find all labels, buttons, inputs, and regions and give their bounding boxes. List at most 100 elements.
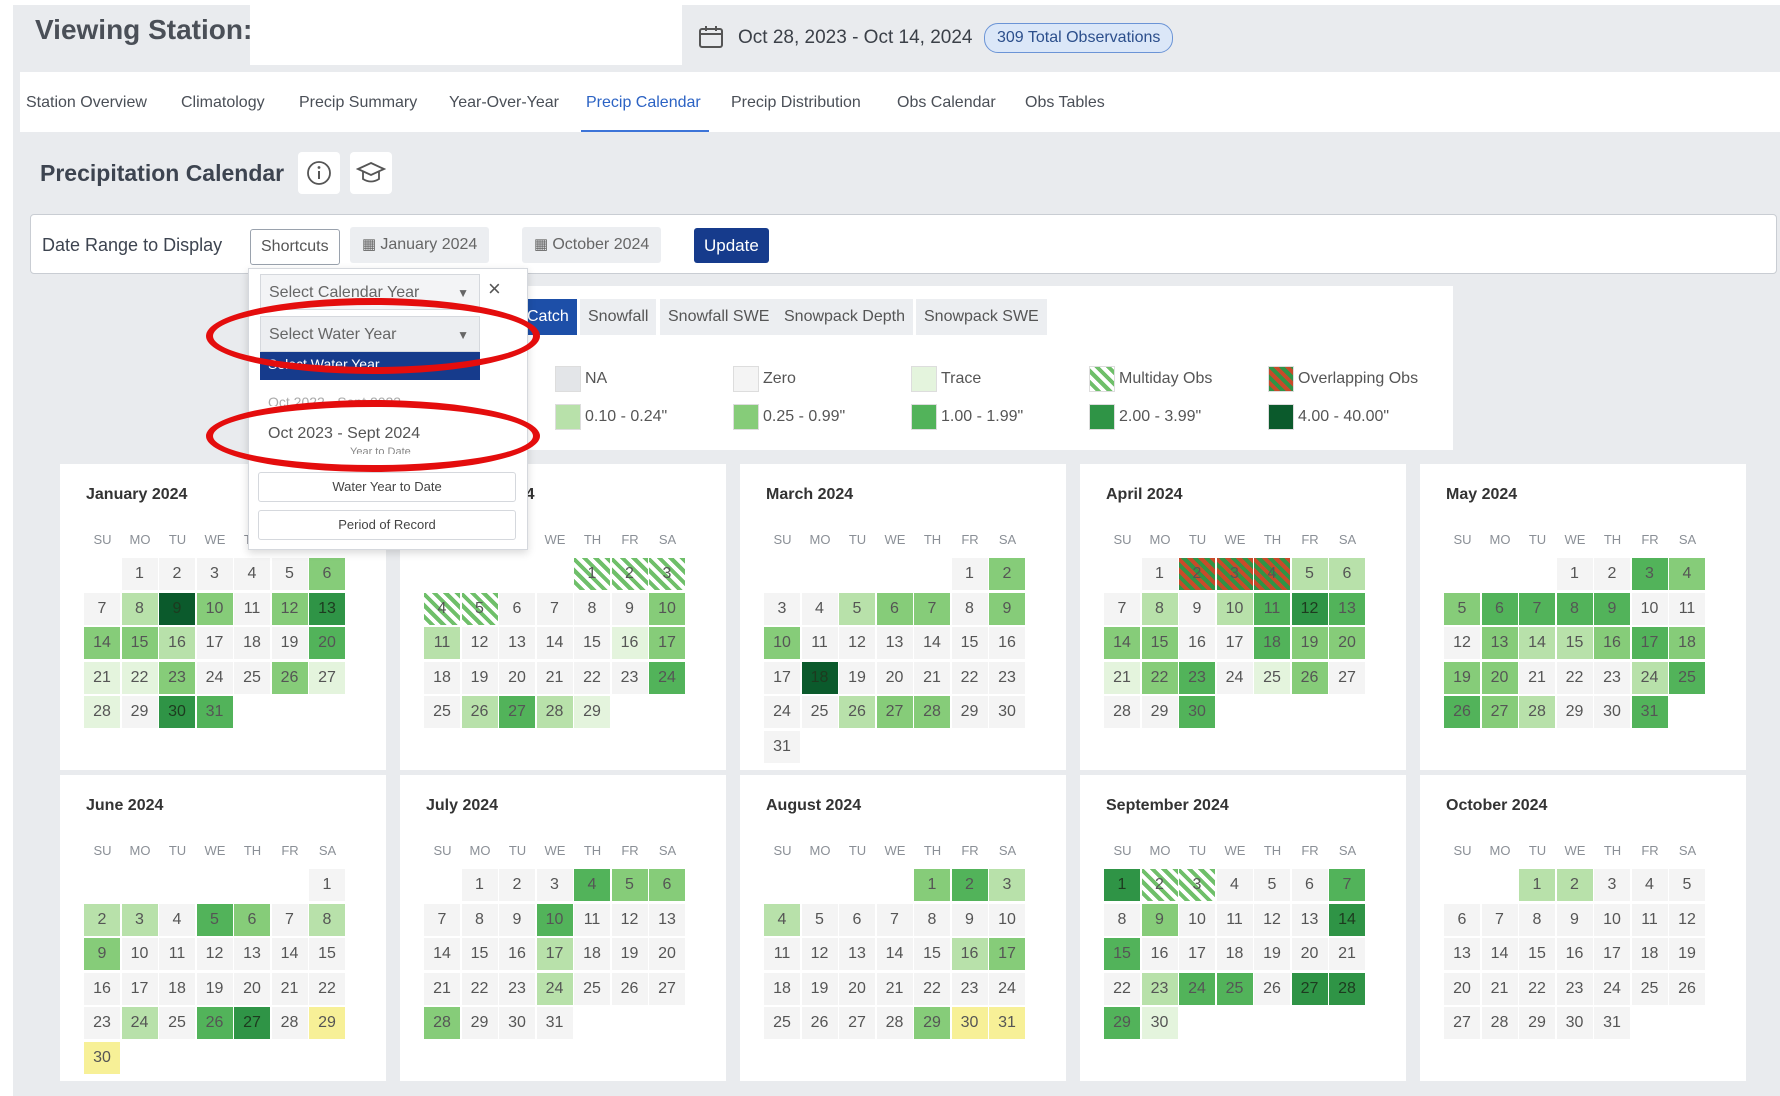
- day-cell[interactable]: 18: [1216, 938, 1253, 971]
- day-cell[interactable]: 19: [1444, 661, 1480, 694]
- day-cell[interactable]: 2: [611, 558, 648, 590]
- day-cell[interactable]: 7: [424, 903, 460, 936]
- day-cell[interactable]: 4: [801, 592, 838, 625]
- day-cell[interactable]: 20: [1481, 661, 1518, 694]
- day-cell[interactable]: 2: [84, 903, 120, 936]
- day-cell[interactable]: 12: [801, 938, 838, 971]
- day-cell[interactable]: 11: [234, 592, 270, 625]
- day-cell[interactable]: 24: [1631, 661, 1668, 694]
- day-cell[interactable]: 3: [121, 903, 158, 936]
- day-cell[interactable]: 23: [1556, 972, 1593, 1005]
- day-cell[interactable]: 2: [1594, 558, 1630, 590]
- day-cell[interactable]: 22: [951, 661, 988, 694]
- day-cell[interactable]: 8: [461, 903, 498, 936]
- day-cell[interactable]: 7: [1519, 592, 1555, 625]
- day-cell[interactable]: 29: [914, 1007, 950, 1040]
- day-cell[interactable]: 9: [611, 592, 648, 625]
- day-cell[interactable]: 7: [914, 592, 950, 625]
- tab-obs-tables[interactable]: Obs Tables: [1025, 94, 1105, 112]
- water-year-to-date-button[interactable]: Water Year to Date: [258, 472, 516, 502]
- day-cell[interactable]: 18: [574, 938, 610, 971]
- day-cell[interactable]: 13: [1291, 903, 1328, 936]
- day-cell[interactable]: 22: [1519, 972, 1555, 1005]
- day-cell[interactable]: 13: [1329, 592, 1365, 625]
- day-cell[interactable]: 17: [121, 972, 158, 1005]
- day-cell[interactable]: 17: [649, 627, 685, 660]
- day-cell[interactable]: 22: [1556, 661, 1593, 694]
- day-cell[interactable]: 9: [159, 592, 195, 625]
- day-cell[interactable]: 15: [1104, 938, 1140, 971]
- day-cell[interactable]: 26: [1444, 696, 1480, 729]
- day-cell[interactable]: 28: [1329, 972, 1365, 1005]
- day-cell[interactable]: 22: [461, 972, 498, 1005]
- day-cell[interactable]: 21: [1481, 972, 1518, 1005]
- update-button[interactable]: Update: [694, 228, 769, 263]
- day-cell[interactable]: 19: [1254, 938, 1290, 971]
- day-cell[interactable]: 12: [271, 592, 308, 625]
- day-cell[interactable]: 20: [876, 661, 913, 694]
- day-cell[interactable]: 19: [1291, 627, 1328, 660]
- day-cell[interactable]: 18: [764, 972, 800, 1005]
- day-cell[interactable]: 14: [1481, 938, 1518, 971]
- day-cell[interactable]: 17: [536, 938, 573, 971]
- day-cell[interactable]: 31: [764, 731, 800, 763]
- day-cell[interactable]: 26: [461, 696, 498, 729]
- day-cell[interactable]: 17: [1216, 627, 1253, 660]
- day-cell[interactable]: 9: [951, 903, 988, 936]
- day-cell[interactable]: 18: [1631, 938, 1668, 971]
- day-cell[interactable]: 12: [1254, 903, 1290, 936]
- tab-obs-calendar[interactable]: Obs Calendar: [897, 94, 996, 112]
- day-cell[interactable]: 14: [876, 938, 913, 971]
- day-cell[interactable]: 8: [914, 903, 950, 936]
- day-cell[interactable]: 3: [1631, 558, 1668, 590]
- day-cell[interactable]: 13: [649, 903, 685, 936]
- day-cell[interactable]: 24: [1216, 661, 1253, 694]
- day-cell[interactable]: 30: [1556, 1007, 1593, 1040]
- day-cell[interactable]: 16: [1179, 627, 1215, 660]
- day-cell[interactable]: 1: [574, 558, 610, 590]
- day-cell[interactable]: 10: [1594, 903, 1630, 936]
- tab-precip-calendar[interactable]: Precip Calendar: [586, 94, 701, 112]
- day-cell[interactable]: 25: [1669, 661, 1705, 694]
- day-cell[interactable]: 17: [196, 627, 233, 660]
- day-cell[interactable]: 1: [461, 869, 498, 901]
- day-cell[interactable]: 12: [1444, 627, 1480, 660]
- day-cell[interactable]: 21: [876, 972, 913, 1005]
- day-cell[interactable]: 12: [1669, 903, 1705, 936]
- day-cell[interactable]: 8: [1519, 903, 1555, 936]
- day-cell[interactable]: 27: [1481, 696, 1518, 729]
- day-cell[interactable]: 20: [499, 661, 535, 694]
- tab-station-overview[interactable]: Station Overview: [26, 94, 147, 112]
- day-cell[interactable]: 5: [1254, 869, 1290, 901]
- day-cell[interactable]: 15: [914, 938, 950, 971]
- day-cell[interactable]: 28: [1104, 696, 1140, 729]
- day-cell[interactable]: 1: [951, 558, 988, 590]
- day-cell[interactable]: 10: [1631, 592, 1668, 625]
- day-cell[interactable]: 25: [1216, 972, 1253, 1005]
- chip-snowfall-swe[interactable]: Snowfall SWE: [660, 299, 778, 335]
- day-cell[interactable]: 4: [424, 592, 460, 625]
- day-cell[interactable]: 6: [649, 869, 685, 901]
- day-cell[interactable]: 13: [876, 627, 913, 660]
- day-cell[interactable]: 19: [1669, 938, 1705, 971]
- day-cell[interactable]: 31: [1631, 696, 1668, 729]
- chip-snowfall[interactable]: Snowfall: [580, 299, 657, 335]
- day-cell[interactable]: 24: [1594, 972, 1630, 1005]
- day-cell[interactable]: 27: [1329, 661, 1365, 694]
- day-cell[interactable]: 7: [1329, 869, 1365, 901]
- day-cell[interactable]: 5: [1291, 558, 1328, 590]
- day-cell[interactable]: 29: [309, 1007, 345, 1040]
- day-cell[interactable]: 11: [1254, 592, 1290, 625]
- day-cell[interactable]: 17: [1594, 938, 1630, 971]
- day-cell[interactable]: 13: [499, 627, 535, 660]
- day-cell[interactable]: 28: [84, 696, 120, 729]
- day-cell[interactable]: 3: [1594, 869, 1630, 901]
- day-cell[interactable]: 31: [196, 696, 233, 729]
- day-cell[interactable]: 27: [1291, 972, 1328, 1005]
- day-cell[interactable]: 3: [1179, 869, 1215, 901]
- day-cell[interactable]: 9: [1556, 903, 1593, 936]
- day-cell[interactable]: 26: [611, 972, 648, 1005]
- day-cell[interactable]: 29: [461, 1007, 498, 1040]
- day-cell[interactable]: 16: [499, 938, 535, 971]
- day-cell[interactable]: 6: [1444, 903, 1480, 936]
